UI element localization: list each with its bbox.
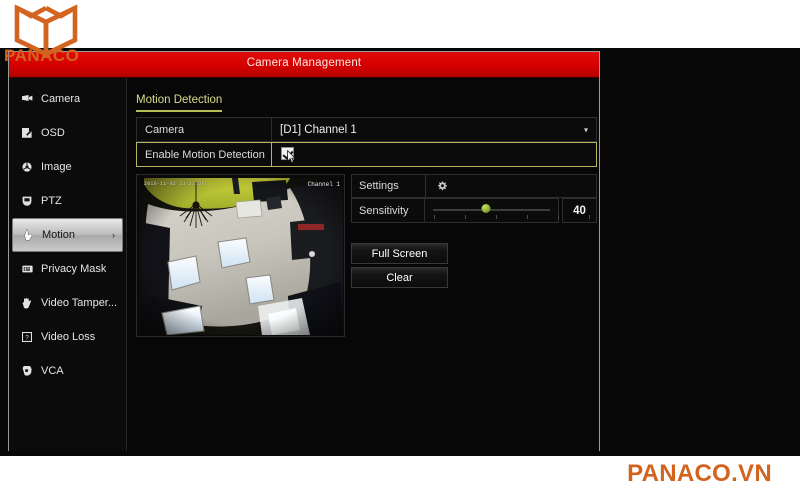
slider-tick xyxy=(527,215,528,219)
tab-motion-detection[interactable]: Motion Detection xyxy=(136,94,223,112)
fisheye-ceiling-image xyxy=(140,178,343,335)
gear-icon[interactable] xyxy=(435,180,448,193)
main-content: Motion Detection Camera [D1] Channel 1 ▾… xyxy=(128,78,599,451)
sensitivity-label: Sensitivity xyxy=(351,198,425,223)
sidebar-item-label: Privacy Mask xyxy=(41,263,107,275)
slider-tick xyxy=(434,215,435,219)
settings-label: Settings xyxy=(352,175,426,197)
slider-track[interactable] xyxy=(433,209,550,211)
video-loss-icon: ? xyxy=(17,332,37,342)
enable-motion-detection-checkbox[interactable] xyxy=(281,147,294,160)
preview-channel-overlay: Channel 1 xyxy=(307,181,340,188)
sidebar-item-label: Camera xyxy=(41,93,81,105)
sensitivity-row[interactable]: Sensitivity 40 xyxy=(351,198,597,223)
camera-select-row[interactable]: Camera [D1] Channel 1 ▾ xyxy=(136,117,597,142)
sidebar-item-image[interactable]: Image xyxy=(12,150,123,184)
image-circle-icon xyxy=(17,162,37,172)
sidebar-item-label: Video Tamper... xyxy=(41,297,118,309)
slider-tick xyxy=(589,215,590,219)
sidebar-item-video-tamper[interactable]: Video Tamper... xyxy=(12,286,123,320)
enable-motion-detection-row[interactable]: Enable Motion Detection xyxy=(136,142,597,167)
privacy-mask-icon xyxy=(17,265,37,273)
sidebar-item-privacy-mask[interactable]: Privacy Mask xyxy=(12,252,123,286)
slider-tick xyxy=(558,215,559,219)
enable-motion-detection-value[interactable] xyxy=(272,143,596,166)
sidebar-item-camera[interactable]: Camera xyxy=(12,82,123,116)
camera-select-value: [D1] Channel 1 xyxy=(280,123,357,136)
window-title: Camera Management xyxy=(246,57,362,69)
video-tamper-icon xyxy=(17,297,37,309)
camera-select-value-wrap[interactable]: [D1] Channel 1 ▾ xyxy=(272,118,596,141)
sidebar-item-label: Image xyxy=(41,161,72,173)
window-titlebar: Camera Management xyxy=(9,52,599,78)
enable-motion-detection-label: Enable Motion Detection xyxy=(137,143,272,166)
motion-hand-icon xyxy=(18,229,38,241)
camera-preview[interactable]: 2016-11-02 23:22:36 Channel 1 xyxy=(136,174,345,337)
svg-text:?: ? xyxy=(25,334,29,341)
sensitivity-value[interactable]: 40 xyxy=(562,198,597,223)
preview-timestamp-overlay: 2016-11-02 23:22:36 xyxy=(144,181,205,187)
preview-video-frame: 2016-11-02 23:22:36 Channel 1 xyxy=(140,178,343,335)
sidebar-item-vca[interactable]: VCA xyxy=(12,354,123,388)
sidebar-item-label: Video Loss xyxy=(41,331,96,343)
slider-tick xyxy=(496,215,497,219)
osd-pencil-icon xyxy=(17,128,37,138)
ptz-icon xyxy=(17,196,37,206)
sidebar-item-label: PTZ xyxy=(41,195,62,207)
camera-select-label: Camera xyxy=(137,118,272,141)
brand-wordmark: PANACO xyxy=(4,46,80,65)
sensitivity-slider[interactable] xyxy=(425,198,590,223)
tabbar: Motion Detection xyxy=(136,90,223,112)
sidebar-item-osd[interactable]: OSD xyxy=(12,116,123,150)
camera-icon xyxy=(17,94,37,104)
sidebar-item-motion[interactable]: Motion › xyxy=(12,218,123,252)
sidebar-item-label: OSD xyxy=(41,127,65,139)
checkbox-wrap[interactable] xyxy=(281,147,296,164)
sidebar-item-label: Motion xyxy=(42,229,76,241)
footer-watermark: PANACO.VN xyxy=(627,460,772,487)
sidebar-item-video-loss[interactable]: ? Video Loss xyxy=(12,320,123,354)
screenshot-region: Camera Management Camera OSD Image PTZ M… xyxy=(0,48,800,456)
nvr-dialog-window: Camera Management Camera OSD Image PTZ M… xyxy=(8,51,600,451)
clear-button[interactable]: Clear xyxy=(351,267,448,288)
settings-row[interactable]: Settings xyxy=(351,174,597,198)
vca-icon xyxy=(17,366,37,376)
slider-tick xyxy=(465,215,466,219)
chevron-down-icon[interactable]: ▾ xyxy=(584,125,588,134)
slider-thumb[interactable] xyxy=(481,204,491,213)
sidebar: Camera OSD Image PTZ Motion › Privacy Ma… xyxy=(9,78,127,451)
sidebar-item-label: VCA xyxy=(41,365,64,377)
chevron-right-icon: › xyxy=(112,230,115,240)
full-screen-button[interactable]: Full Screen xyxy=(351,243,448,264)
sidebar-item-ptz[interactable]: PTZ xyxy=(12,184,123,218)
